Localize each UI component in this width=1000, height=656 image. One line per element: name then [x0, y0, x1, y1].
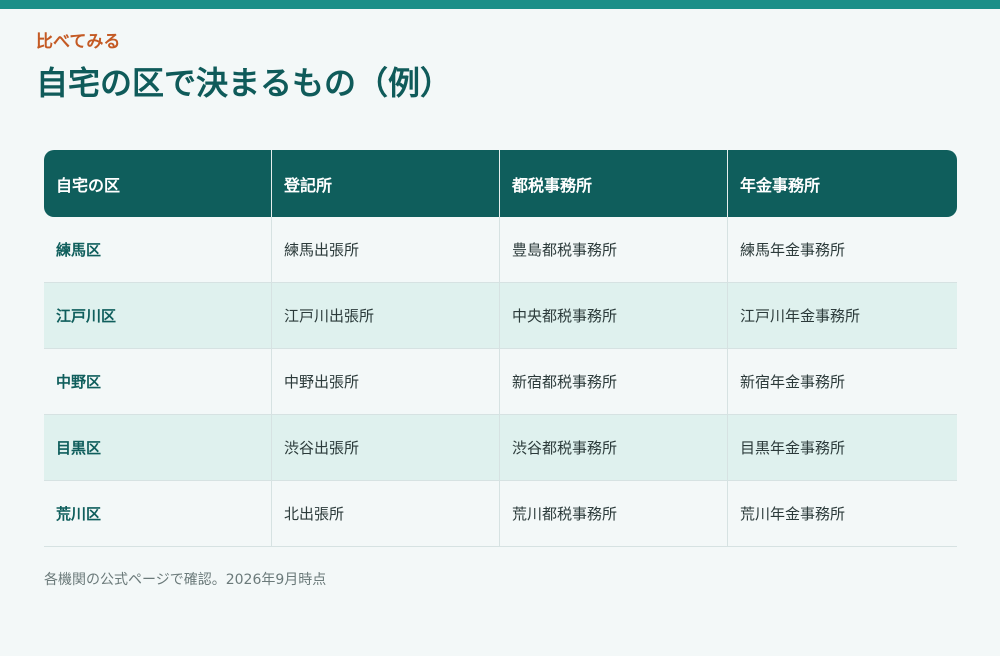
- ward-cell: 目黒区: [44, 415, 272, 481]
- ward-cell: 荒川区: [44, 481, 272, 547]
- column-header-pension-office: 年金事務所: [728, 150, 957, 217]
- column-header-registry: 登記所: [272, 150, 500, 217]
- tax-office-cell: 豊島都税事務所: [500, 217, 728, 283]
- pension-office-cell: 荒川年金事務所: [728, 481, 957, 547]
- table-row: 江戸川区 江戸川出張所 中央都税事務所 江戸川年金事務所: [44, 283, 957, 349]
- table-row: 荒川区 北出張所 荒川都税事務所 荒川年金事務所: [44, 481, 957, 547]
- registry-cell: 練馬出張所: [272, 217, 500, 283]
- ward-cell: 中野区: [44, 349, 272, 415]
- comparison-table-container: 自宅の区 登記所 都税事務所 年金事務所 練馬区 練馬出張所 豊島都税事務所 練…: [44, 150, 957, 547]
- comparison-table: 自宅の区 登記所 都税事務所 年金事務所 練馬区 練馬出張所 豊島都税事務所 練…: [44, 150, 957, 547]
- registry-cell: 江戸川出張所: [272, 283, 500, 349]
- column-header-tax-office: 都税事務所: [500, 150, 728, 217]
- table-header: 自宅の区 登記所 都税事務所 年金事務所: [44, 150, 957, 217]
- top-accent-bar: [0, 0, 1000, 9]
- pension-office-cell: 目黒年金事務所: [728, 415, 957, 481]
- tax-office-cell: 中央都税事務所: [500, 283, 728, 349]
- page-title: 自宅の区で決まるもの（例）: [36, 64, 453, 102]
- table-row: 練馬区 練馬出張所 豊島都税事務所 練馬年金事務所: [44, 217, 957, 283]
- pension-office-cell: 練馬年金事務所: [728, 217, 957, 283]
- pension-office-cell: 新宿年金事務所: [728, 349, 957, 415]
- table-row: 目黒区 渋谷出張所 渋谷都税事務所 目黒年金事務所: [44, 415, 957, 481]
- tax-office-cell: 荒川都税事務所: [500, 481, 728, 547]
- registry-cell: 渋谷出張所: [272, 415, 500, 481]
- registry-cell: 北出張所: [272, 481, 500, 547]
- table-row: 中野区 中野出張所 新宿都税事務所 新宿年金事務所: [44, 349, 957, 415]
- pension-office-cell: 江戸川年金事務所: [728, 283, 957, 349]
- tax-office-cell: 新宿都税事務所: [500, 349, 728, 415]
- ward-cell: 江戸川区: [44, 283, 272, 349]
- table-body: 練馬区 練馬出張所 豊島都税事務所 練馬年金事務所 江戸川区 江戸川出張所 中央…: [44, 217, 957, 547]
- eyebrow-label: 比べてみる: [36, 32, 121, 52]
- tax-office-cell: 渋谷都税事務所: [500, 415, 728, 481]
- ward-cell: 練馬区: [44, 217, 272, 283]
- footnote: 各機関の公式ページで確認。2026年9月時点: [44, 572, 327, 588]
- column-header-ward: 自宅の区: [44, 150, 272, 217]
- registry-cell: 中野出張所: [272, 349, 500, 415]
- table-header-row: 自宅の区 登記所 都税事務所 年金事務所: [44, 150, 957, 217]
